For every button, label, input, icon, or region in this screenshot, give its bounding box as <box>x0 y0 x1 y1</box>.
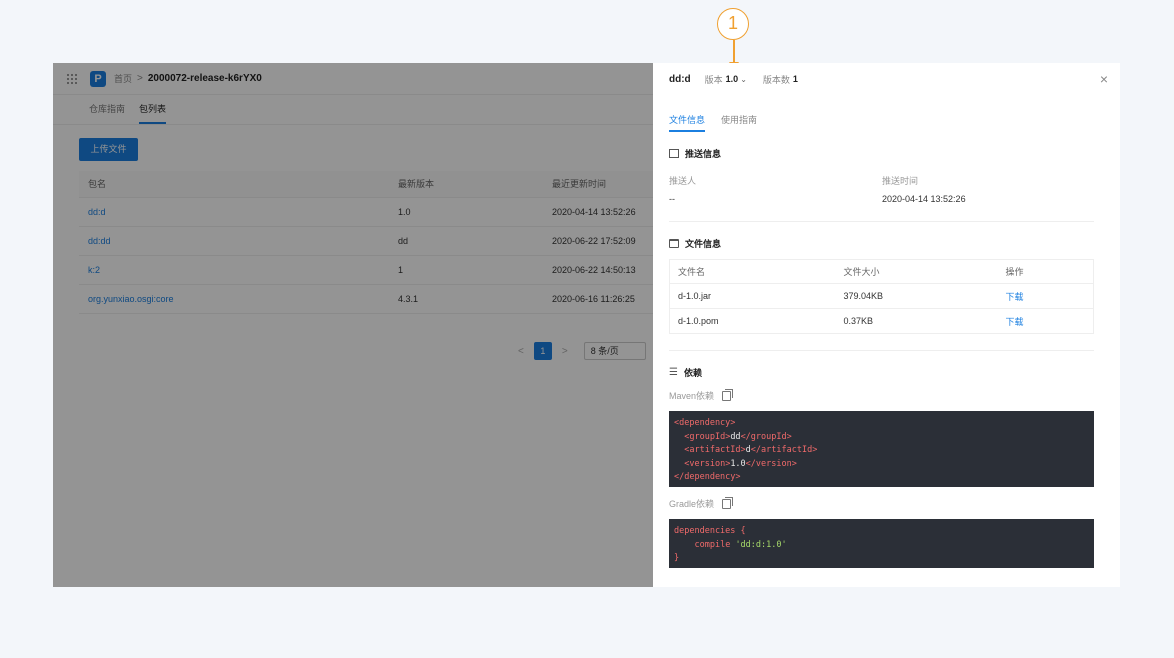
folder-icon <box>669 239 679 248</box>
push-info-title-text: 推送信息 <box>685 149 722 159</box>
code-token: <version> <box>684 458 731 469</box>
code-token: 'dd:d:1.0' <box>735 539 787 550</box>
pusher-value: -- <box>669 194 675 204</box>
copy-icon[interactable] <box>722 496 734 509</box>
gradle-label-text: Gradle依赖 <box>669 499 715 509</box>
drawer-tabs: 文件信息 使用指南 <box>669 113 773 132</box>
column-header-file-name: 文件名 <box>669 259 836 284</box>
file-info-title-text: 文件信息 <box>685 239 722 249</box>
modal-mask[interactable] <box>53 63 653 587</box>
callout-line <box>733 40 735 64</box>
drawer-title: dd:d <box>669 73 691 85</box>
version-count-label: 版本数 <box>762 74 790 85</box>
code-token: } <box>674 553 680 563</box>
file-name: d-1.0.pom <box>669 308 836 334</box>
callout-number-badge: 1 <box>717 8 749 40</box>
sliders-icon: ☰ <box>669 367 678 378</box>
code-token: <groupId> <box>684 431 731 442</box>
code-token: dependencies { <box>674 526 746 536</box>
push-time-value: 2020-04-14 13:52:26 <box>882 194 966 204</box>
code-token: <artifactId> <box>684 445 746 455</box>
code-token: <dependency> <box>674 418 736 428</box>
file-size: 379.04KB <box>835 283 998 309</box>
section-divider <box>669 221 1094 222</box>
pusher-label: 推送人 <box>669 176 697 186</box>
column-header-file-size: 文件大小 <box>835 259 998 284</box>
chevron-down-icon[interactable]: ⌄ <box>740 75 747 84</box>
code-token: </artifactId> <box>750 445 818 455</box>
version-count-value: 1 <box>792 74 798 84</box>
column-header-action: 操作 <box>997 259 1094 284</box>
push-icon <box>669 149 679 158</box>
push-time-label: 推送时间 <box>882 176 919 186</box>
code-token: 1.0 <box>730 458 746 469</box>
file-name: d-1.0.jar <box>669 283 836 309</box>
dependency-title-text: 依赖 <box>683 368 702 378</box>
file-info-title: 文件信息 <box>669 237 721 250</box>
version-select[interactable]: 1.0 <box>726 74 739 84</box>
close-icon[interactable]: × <box>1100 72 1108 86</box>
code-token: </groupId> <box>740 431 792 442</box>
code-token: </version> <box>745 458 797 469</box>
gradle-label: Gradle依赖 <box>669 496 734 510</box>
code-token: dd <box>730 431 741 442</box>
download-link[interactable]: 下载 <box>997 308 1094 334</box>
tab-usage-guide[interactable]: 使用指南 <box>721 113 757 132</box>
table-row: d-1.0.jar 379.04KB 下载 <box>669 283 1094 309</box>
drawer-header: dd:d 版本 1.0 ⌄ 版本数 1 × <box>653 63 1120 95</box>
section-divider <box>669 350 1094 351</box>
dependency-title: ☰ 依赖 <box>669 366 702 379</box>
code-token: compile <box>694 539 731 550</box>
version-label: 版本 <box>704 74 723 85</box>
gradle-code-block: dependencies { compile 'dd:d:1.0' } <box>669 519 1094 568</box>
tab-file-info[interactable]: 文件信息 <box>669 113 706 132</box>
maven-code-block: <dependency> <groupId>dd</groupId> <arti… <box>669 411 1094 487</box>
push-info-title: 推送信息 <box>669 147 721 160</box>
table-row: d-1.0.pom 0.37KB 下载 <box>669 308 1094 334</box>
copy-icon[interactable] <box>722 388 734 401</box>
app-window: P 首页 > 2000072-release-k6rYX0 仓库指南 包列表 上… <box>53 63 1120 587</box>
download-link[interactable]: 下载 <box>997 283 1094 309</box>
maven-label: Maven依赖 <box>669 388 734 402</box>
file-size: 0.37KB <box>835 308 998 334</box>
code-token: </dependency> <box>674 472 741 482</box>
file-table: 文件名 文件大小 操作 d-1.0.jar 379.04KB 下载 d-1.0.… <box>669 259 1094 334</box>
package-detail-drawer: dd:d 版本 1.0 ⌄ 版本数 1 × 文件信息 使用指南 推送信息 推送人… <box>653 63 1120 587</box>
maven-label-text: Maven依赖 <box>669 391 715 401</box>
